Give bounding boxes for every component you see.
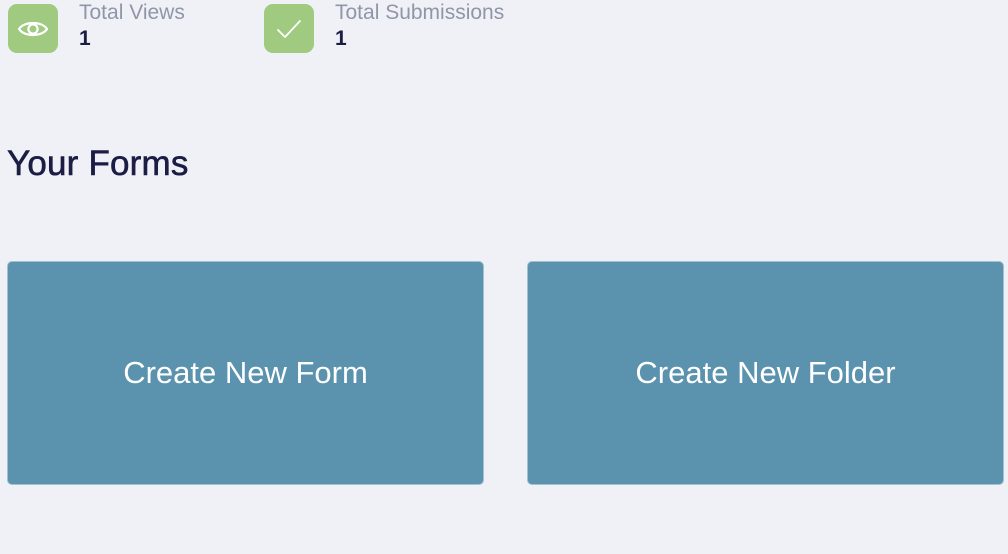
eye-icon: [8, 4, 58, 53]
create-new-form-button[interactable]: Create New Form: [7, 261, 484, 485]
checkmark-icon: [264, 4, 314, 53]
stat-total-submissions: Total Submissions 1: [264, 1, 505, 53]
section-title: Your Forms: [7, 144, 189, 184]
stat-value: 1: [79, 27, 91, 50]
create-new-folder-button[interactable]: Create New Folder: [527, 261, 1004, 485]
stat-label: Total Submissions: [335, 1, 505, 24]
stat-value: 1: [335, 27, 347, 50]
stat-total-views: Total Views 1: [8, 1, 185, 53]
stat-label: Total Views: [79, 1, 185, 24]
